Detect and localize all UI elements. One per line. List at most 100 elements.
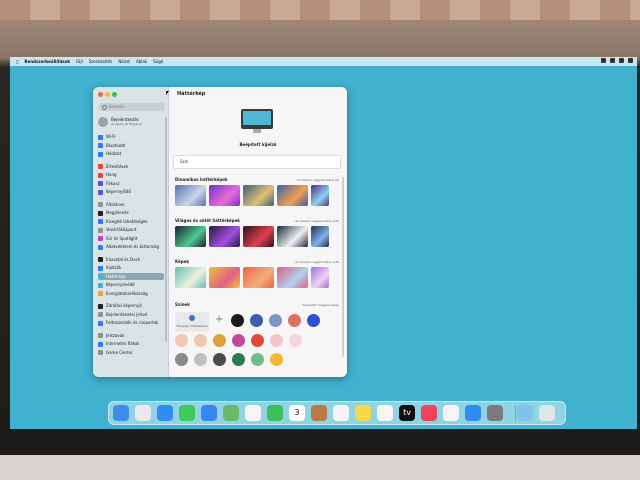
color-swatch[interactable] — [175, 334, 188, 347]
wallpaper-thumbnail[interactable] — [243, 267, 274, 288]
wallpaper-thumbnail[interactable] — [277, 185, 308, 206]
color-swatch[interactable] — [251, 334, 264, 347]
menu-edit[interactable]: Szerkesztés — [89, 59, 113, 64]
sidebar-item[interactable]: Képernyőidő — [98, 188, 164, 195]
avatar[interactable] — [98, 117, 108, 127]
color-swatch[interactable] — [250, 314, 263, 327]
color-swatch[interactable] — [307, 314, 320, 327]
color-swatch[interactable] — [213, 353, 226, 366]
tv-icon[interactable]: tv — [399, 405, 415, 421]
wallpaper-thumbnail[interactable] — [243, 185, 274, 206]
sidebar-item[interactable]: Általános — [98, 201, 164, 208]
sidebar-item[interactable]: Hálózat — [98, 150, 164, 157]
control-center-icon[interactable] — [628, 58, 633, 63]
sidebar-item[interactable]: Megjelenés — [98, 209, 164, 216]
color-swatch[interactable] — [270, 353, 283, 366]
content-scrollbar[interactable] — [342, 177, 344, 357]
minimize-button[interactable] — [105, 92, 110, 97]
freeform-icon[interactable] — [377, 405, 393, 421]
wallpaper-thumbnail[interactable] — [311, 267, 329, 288]
sidebar-item[interactable]: Képernyővédő — [98, 281, 164, 288]
menu-view[interactable]: Nézet — [118, 59, 130, 64]
show-all-link[interactable]: Az összes megjelenítése (4) — [297, 178, 339, 182]
wallpaper-thumbnail[interactable] — [243, 226, 274, 247]
wallpaper-thumbnail[interactable] — [175, 185, 206, 206]
add-color-icon[interactable]: + — [215, 315, 223, 325]
menu-window[interactable]: Ablak — [136, 59, 147, 64]
menu-app-name[interactable]: Rendszerbeállítások — [24, 59, 70, 64]
color-swatch[interactable] — [175, 353, 188, 366]
sidebar-item[interactable]: Bejelentkezési jelszó — [98, 311, 164, 318]
sidebar-item[interactable]: Internetes fiókok — [98, 340, 164, 347]
downloads-icon[interactable] — [517, 405, 533, 421]
sidebar-item[interactable]: Energiatakarékosság — [98, 290, 164, 297]
color-swatch[interactable] — [289, 334, 302, 347]
notes-icon[interactable] — [355, 405, 371, 421]
show-less-link[interactable]: Kevesebb megjelenítése — [302, 303, 339, 307]
sidebar-item[interactable]: Zárolási képernyő — [98, 302, 164, 309]
sidebar-item[interactable]: Bluetooth — [98, 142, 164, 149]
sidebar-item[interactable]: Jelszavak — [98, 332, 164, 339]
messages-icon[interactable] — [179, 405, 195, 421]
add-photo-tile[interactable]: Fénykép hozzáadása — [175, 312, 209, 332]
color-swatch[interactable] — [232, 334, 245, 347]
screenshot-icon[interactable] — [443, 405, 459, 421]
wallpaper-thumbnail[interactable] — [277, 226, 308, 247]
photos-icon[interactable] — [245, 405, 261, 421]
color-swatch[interactable] — [231, 314, 244, 327]
sidebar-item[interactable]: Vezérlőközpont — [98, 226, 164, 233]
wallpaper-thumbnail[interactable] — [209, 267, 240, 288]
menu-file[interactable]: Fájl — [76, 59, 83, 64]
system-settings-icon[interactable] — [487, 405, 503, 421]
finder-icon[interactable] — [113, 405, 129, 421]
wallpaper-thumbnail[interactable] — [311, 226, 329, 247]
sidebar-item[interactable]: Kijelzők — [98, 264, 164, 271]
sidebar-item[interactable]: Felhasználók és csoportok — [98, 319, 164, 326]
show-all-link[interactable]: Az összes megjelenítése (29) — [295, 219, 339, 223]
sidebar-scrollbar[interactable] — [165, 117, 167, 342]
color-swatch[interactable] — [213, 334, 226, 347]
color-swatch[interactable] — [194, 334, 207, 347]
sidebar-item[interactable]: Kisegítő lehetőségek — [98, 218, 164, 225]
sidebar-item[interactable]: Háttérkép — [98, 272, 164, 280]
facetime-icon[interactable] — [267, 405, 283, 421]
trash-icon[interactable] — [539, 405, 555, 421]
app-store-icon[interactable] — [465, 405, 481, 421]
wallpaper-thumbnail[interactable] — [209, 185, 240, 206]
wallpaper-thumbnail[interactable] — [175, 226, 206, 247]
show-all-link[interactable]: Az összes megjelenítése (18) — [295, 260, 339, 264]
mail-icon[interactable] — [201, 405, 217, 421]
sidebar-item[interactable]: Fókusz — [98, 180, 164, 187]
sidebar-item[interactable]: Értesítések — [98, 163, 164, 170]
sidebar-item[interactable]: Game Center — [98, 349, 164, 356]
music-icon[interactable] — [421, 405, 437, 421]
search-icon[interactable] — [619, 58, 624, 63]
maps-icon[interactable] — [223, 405, 239, 421]
close-button[interactable] — [98, 92, 103, 97]
color-swatch[interactable] — [251, 353, 264, 366]
sidebar-item[interactable]: Adatvédelem és biztonság — [98, 243, 164, 250]
color-swatch[interactable] — [232, 353, 245, 366]
wallpaper-thumbnail[interactable] — [175, 267, 206, 288]
menu-help[interactable]: Súgó — [153, 59, 163, 64]
battery-icon[interactable] — [601, 58, 606, 63]
color-swatch[interactable] — [269, 314, 282, 327]
apple-menu-icon[interactable]:  — [16, 59, 18, 64]
color-swatch[interactable] — [288, 314, 301, 327]
color-selector[interactable]: Szín — [173, 155, 341, 169]
launchpad-icon[interactable] — [135, 405, 151, 421]
calendar-icon[interactable]: 3 — [289, 405, 305, 421]
zoom-button[interactable] — [112, 92, 117, 97]
sidebar-item[interactable]: Siri és Spotlight — [98, 235, 164, 242]
search-input[interactable]: Keresés — [99, 103, 165, 111]
contacts-icon[interactable] — [311, 405, 327, 421]
color-swatch[interactable] — [270, 334, 283, 347]
safari-icon[interactable] — [157, 405, 173, 421]
color-swatch[interactable] — [194, 353, 207, 366]
wallpaper-thumbnail[interactable] — [209, 226, 240, 247]
sidebar-item[interactable]: Wi-Fi — [98, 133, 164, 140]
sidebar-item[interactable]: Hang — [98, 171, 164, 178]
wallpaper-thumbnail[interactable] — [277, 267, 308, 288]
sidebar-item[interactable]: Íróasztal és Dock — [98, 256, 164, 263]
wifi-icon[interactable] — [610, 58, 615, 63]
